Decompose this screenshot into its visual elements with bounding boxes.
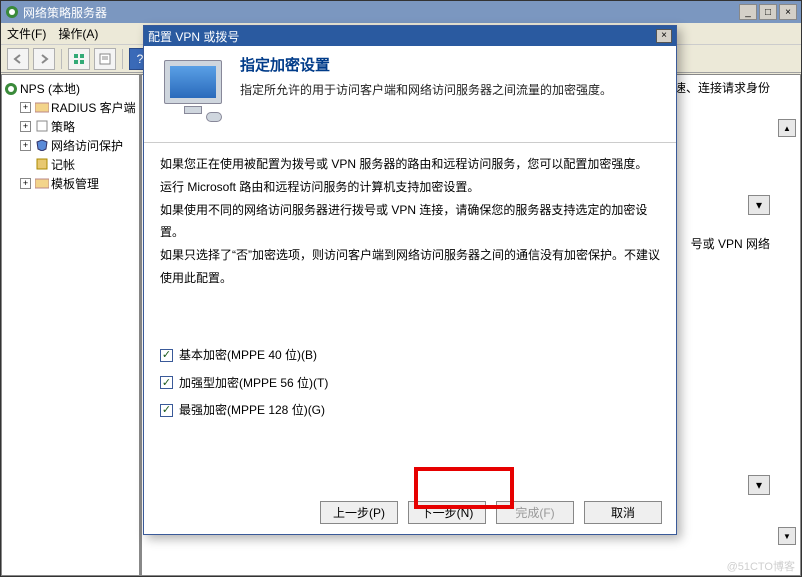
checkbox-label: 加强型加密(MPPE 56 位)(T): [179, 372, 328, 395]
menu-action[interactable]: 操作(A): [58, 25, 98, 42]
dialog-paragraph: 如果使用不同的网络访问服务器进行拨号或 VPN 连接，请确保您的服务器支持选定的…: [160, 199, 660, 245]
checkbox-checked-icon: ✓: [160, 404, 173, 417]
watermark: @51CTO博客: [727, 558, 795, 574]
checkbox-strongest-encryption[interactable]: ✓ 最强加密(MPPE 128 位)(G): [160, 399, 660, 422]
menu-file[interactable]: 文件(F): [7, 25, 46, 42]
scroll-up-button[interactable]: ▲: [778, 119, 796, 137]
tree-pane: NPS (本地) + RADIUS 客户端 + 策略 + 网络访问保护: [1, 74, 141, 576]
checkbox-checked-icon: ✓: [160, 349, 173, 362]
book-icon: [35, 158, 49, 172]
dialog-paragraph: 运行 Microsoft 路由和远程访问服务的计算机支持加密设置。: [160, 176, 660, 199]
toolbar-separator: [61, 49, 62, 69]
tree-root-label: NPS (本地): [20, 80, 80, 97]
main-title: 网络策略服务器: [23, 4, 739, 21]
tree-item-accounting[interactable]: 记帐: [20, 155, 137, 174]
next-button[interactable]: 下一步(N): [408, 501, 486, 524]
wizard-dialog: 配置 VPN 或拨号 × 指定加密设置 指定所允许的用于访问客户端和网络访问服务…: [143, 25, 677, 535]
dialog-subheading: 指定所允许的用于访问客户端和网络访问服务器之间流量的加密强度。: [240, 81, 612, 98]
checkbox-label: 最强加密(MPPE 128 位)(G): [179, 399, 325, 422]
dialog-paragraph: 如果您正在使用被配置为拨号或 VPN 服务器的路由和远程访问服务，您可以配置加密…: [160, 153, 660, 176]
checkbox-strong-encryption[interactable]: ✓ 加强型加密(MPPE 56 位)(T): [160, 372, 660, 395]
folder-icon: [35, 177, 49, 191]
tree-item-label: 网络访问保护: [51, 137, 123, 154]
finish-button: 完成(F): [496, 501, 574, 524]
toolbar-separator: [122, 49, 123, 69]
dialog-paragraph: 如果只选择了“否”加密选项，则访问客户端到网络访问服务器之间的通信没有加密保护。…: [160, 244, 660, 290]
tree-item-label: RADIUS 客户端: [51, 99, 136, 116]
dialog-header: 指定加密设置 指定所允许的用于访问客户端和网络访问服务器之间流量的加密强度。: [144, 46, 676, 143]
nps-icon: [4, 82, 18, 96]
maximize-button[interactable]: □: [759, 4, 777, 20]
back-icon[interactable]: [7, 48, 29, 70]
dropdown-button[interactable]: ▾: [748, 475, 770, 495]
content-text-top: 速、连接请求身份: [674, 79, 770, 96]
dialog-titlebar: 配置 VPN 或拨号 ×: [144, 26, 676, 46]
main-window: 网络策略服务器 _ □ × 文件(F) 操作(A) ? NPS (本地) +: [0, 0, 802, 577]
scroll-down-button[interactable]: ▼: [778, 527, 796, 545]
dialog-body: 如果您正在使用被配置为拨号或 VPN 服务器的路由和远程访问服务，您可以配置加密…: [144, 143, 676, 437]
close-button[interactable]: ×: [779, 4, 797, 20]
app-icon: [5, 5, 19, 19]
window-controls: _ □ ×: [739, 4, 797, 20]
tree-root[interactable]: NPS (本地): [4, 79, 137, 98]
folder-icon: [35, 101, 49, 115]
tree-item-policy[interactable]: + 策略: [20, 117, 137, 136]
tree-item-radius[interactable]: + RADIUS 客户端: [20, 98, 137, 117]
dialog-header-text: 指定加密设置 指定所允许的用于访问客户端和网络访问服务器之间流量的加密强度。: [240, 54, 612, 124]
view-icon[interactable]: [68, 48, 90, 70]
tree-item-label: 记帐: [51, 156, 75, 173]
shield-icon: [35, 139, 49, 153]
computer-icon: [158, 54, 230, 124]
forward-icon[interactable]: [33, 48, 55, 70]
tree-item-label: 模板管理: [51, 175, 99, 192]
checkbox-label: 基本加密(MPPE 40 位)(B): [179, 344, 317, 367]
dialog-heading: 指定加密设置: [240, 54, 612, 75]
expand-icon[interactable]: +: [20, 140, 31, 151]
expand-icon[interactable]: +: [20, 121, 31, 132]
cancel-button[interactable]: 取消: [584, 501, 662, 524]
tree-item-nap[interactable]: + 网络访问保护: [20, 136, 137, 155]
content-text-mid: 号或 VPN 网络: [691, 235, 770, 252]
encryption-options: ✓ 基本加密(MPPE 40 位)(B) ✓ 加强型加密(MPPE 56 位)(…: [160, 344, 660, 422]
dialog-buttons: 上一步(P) 下一步(N) 完成(F) 取消: [320, 501, 662, 524]
policy-icon: [35, 120, 49, 134]
main-titlebar: 网络策略服务器 _ □ ×: [1, 1, 801, 23]
minimize-button[interactable]: _: [739, 4, 757, 20]
checkbox-checked-icon: ✓: [160, 376, 173, 389]
expand-icon[interactable]: +: [20, 102, 31, 113]
tree-item-label: 策略: [51, 118, 75, 135]
tree-item-templates[interactable]: + 模板管理: [20, 174, 137, 193]
checkbox-basic-encryption[interactable]: ✓ 基本加密(MPPE 40 位)(B): [160, 344, 660, 367]
dialog-close-button[interactable]: ×: [656, 29, 672, 43]
back-button[interactable]: 上一步(P): [320, 501, 398, 524]
dialog-title: 配置 VPN 或拨号: [148, 28, 656, 45]
dropdown-button[interactable]: ▾: [748, 195, 770, 215]
properties-icon[interactable]: [94, 48, 116, 70]
expand-icon[interactable]: +: [20, 178, 31, 189]
